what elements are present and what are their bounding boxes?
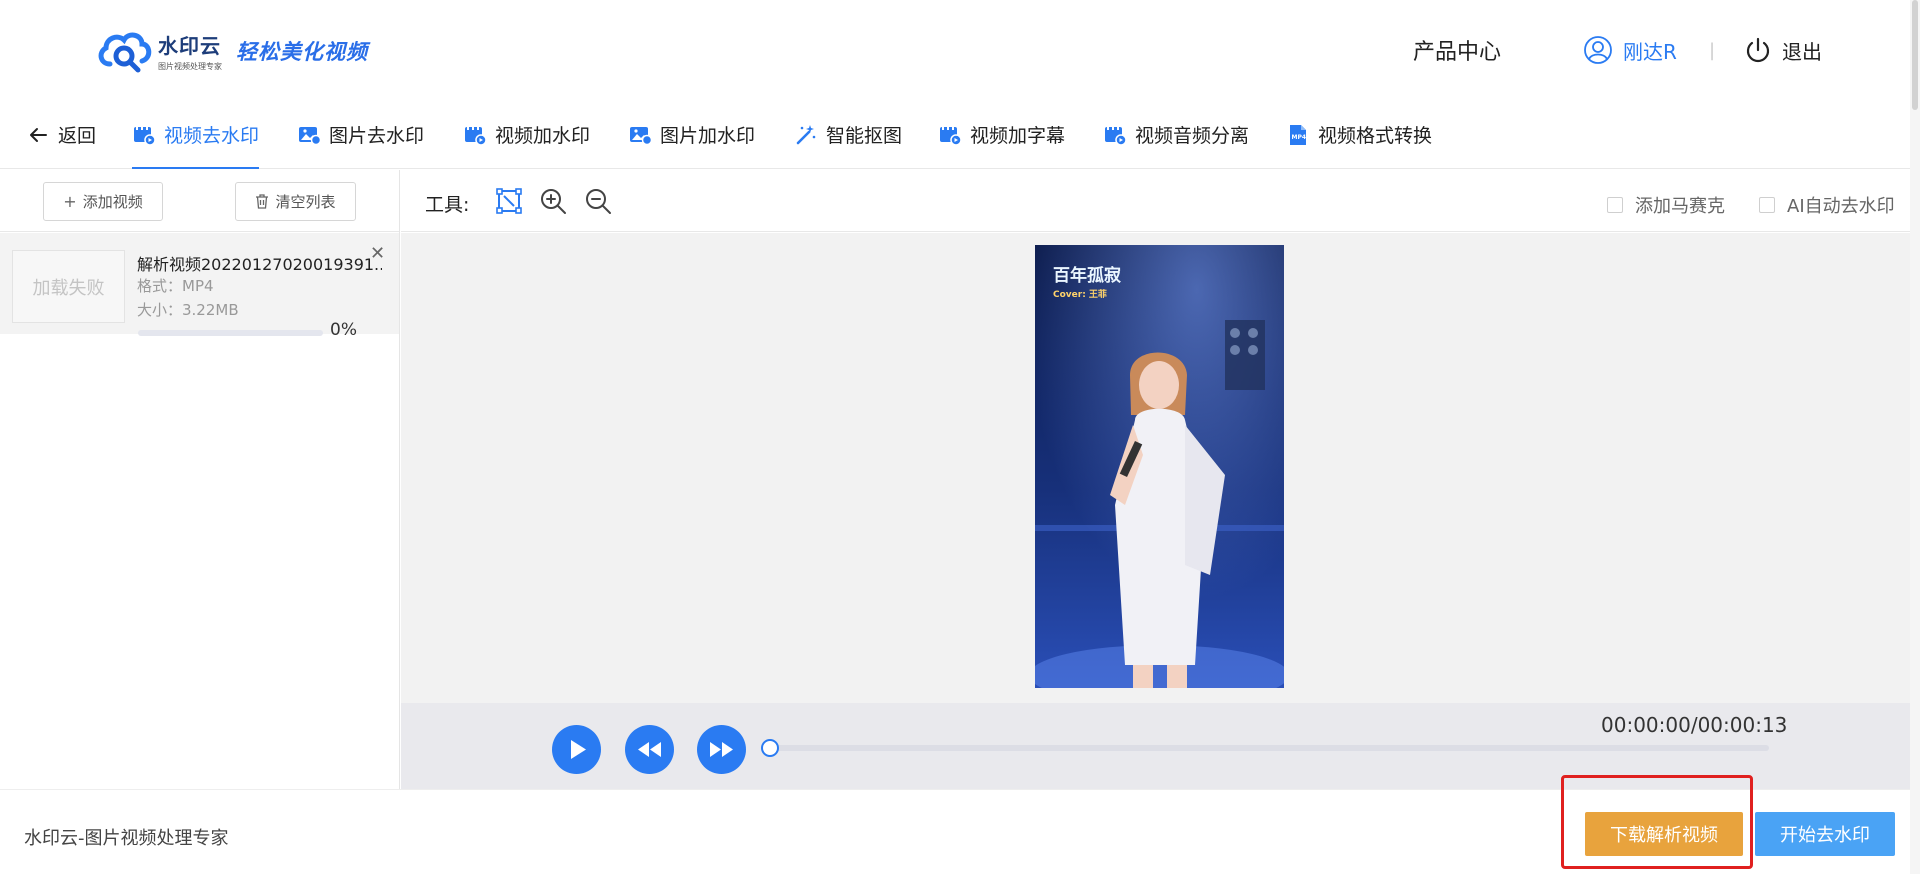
mp4-file-icon: MP4 [1290, 124, 1307, 145]
tab-video-format-convert[interactable]: MP4 视频格式转换 [1286, 100, 1432, 169]
remove-file-close-icon[interactable]: ✕ [370, 243, 385, 264]
file-list-toolbar: + 添加视频 清空列表 [0, 170, 399, 232]
tab-label: 视频加水印 [495, 125, 591, 147]
tools-label: 工具: [425, 194, 470, 216]
rewind-icon [638, 742, 661, 757]
file-list-panel: + 添加视频 清空列表 加载失败 解析视频20220127020019391..… [0, 170, 400, 789]
tab-label: 视频音频分离 [1135, 125, 1250, 147]
app-window: 水印云 图片视频处理专家 轻松美化视频 产品中心 刚达R | 退出 返回 视频去… [0, 0, 1920, 874]
tab-image-add-watermark[interactable]: 图片加水印 [628, 100, 755, 169]
image-icon [630, 126, 652, 145]
video-preview-area: 百年孤寂 Cover: 王菲 [401, 233, 1920, 703]
checkbox-box[interactable] [1607, 197, 1623, 213]
cloud-logo-icon [96, 28, 154, 74]
file-progress-text: 0% [330, 320, 357, 340]
add-video-label: 添加视频 [82, 193, 143, 211]
playback-time: 00:00:00/00:00:13 [1601, 713, 1788, 737]
zoom-in-icon[interactable] [539, 187, 567, 215]
product-center-link[interactable]: 产品中心 [1413, 0, 1501, 100]
ai-remove-checkbox[interactable]: AI自动去水印 [1759, 192, 1895, 218]
play-icon [571, 740, 586, 759]
fast-forward-icon [710, 742, 733, 757]
user-menu[interactable]: 刚达R [1583, 0, 1677, 100]
mosaic-checkbox[interactable]: 添加马赛克 [1607, 192, 1725, 218]
back-arrow-icon [30, 127, 47, 142]
svg-text:MP4: MP4 [1292, 134, 1307, 141]
video-icon [465, 126, 487, 146]
user-avatar-icon [1584, 36, 1612, 64]
video-icon [940, 126, 962, 146]
video-icon [134, 126, 156, 146]
timeline-knob[interactable] [761, 739, 779, 757]
play-button[interactable] [552, 725, 601, 774]
power-icon [1746, 37, 1770, 63]
video-thumbnail: 加载失败 [12, 250, 125, 323]
tab-label: 图片去水印 [329, 125, 425, 147]
file-list-item[interactable]: 加载失败 解析视频20220127020019391... 格式：MP4 大小：… [0, 233, 399, 340]
file-format: 格式：MP4 [137, 277, 214, 295]
zoom-out-icon[interactable] [584, 187, 612, 215]
tab-video-remove-watermark[interactable]: 视频去水印 [132, 100, 260, 169]
start-remove-watermark-button[interactable]: 开始去水印 [1755, 812, 1895, 856]
page-scrollbar[interactable] [1910, 0, 1920, 874]
tab-label: 视频加字幕 [970, 125, 1066, 147]
magic-wand-icon [796, 124, 816, 144]
tab-label: 视频去水印 [164, 125, 260, 147]
tab-label: 图片加水印 [660, 125, 756, 147]
video-icon [1105, 126, 1127, 146]
file-size: 大小：3.22MB [137, 301, 239, 319]
add-video-button[interactable]: + 添加视频 [43, 182, 163, 221]
clear-list-button[interactable]: 清空列表 [235, 182, 356, 221]
file-progress-bar [138, 330, 323, 336]
image-icon [299, 126, 321, 145]
tab-video-subtitles[interactable]: 视频加字幕 [938, 100, 1065, 169]
tab-video-audio-split[interactable]: 视频音频分离 [1103, 100, 1249, 169]
tab-label: 视频格式转换 [1318, 125, 1433, 147]
scrollbar-thumb[interactable] [1912, 0, 1918, 110]
video-overlay-title: 百年孤寂 [1053, 265, 1121, 286]
tool-row: 工具: 添加马赛克 AI自动去水印 [401, 170, 1920, 232]
username: 刚达R [1623, 39, 1677, 64]
plus-icon: + [63, 192, 77, 211]
footer-text: 水印云-图片视频处理专家 [24, 828, 229, 849]
file-name: 解析视频20220127020019391... [137, 255, 382, 274]
video-frame[interactable]: 百年孤寂 Cover: 王菲 [1035, 245, 1284, 688]
logo-name: 水印云 [158, 34, 221, 58]
logo-tagline: 图片视频处理专家 [158, 62, 222, 71]
header: 水印云 图片视频处理专家 轻松美化视频 产品中心 刚达R | 退出 [0, 0, 1920, 100]
mosaic-label: 添加马赛克 [1635, 196, 1725, 217]
rewind-button[interactable] [625, 725, 674, 774]
feature-tabbar: 返回 视频去水印 图片去水印 视频加水印 图片加水印 智能抠图 视频加字幕 视频… [0, 100, 1920, 169]
tab-video-add-watermark[interactable]: 视频加水印 [463, 100, 590, 169]
logo[interactable]: 水印云 图片视频处理专家 轻松美化视频 [96, 28, 368, 74]
tab-label: 智能抠图 [826, 125, 903, 147]
clear-list-label: 清空列表 [275, 193, 336, 211]
logo-slogan: 轻松美化视频 [236, 39, 368, 64]
ai-remove-label: AI自动去水印 [1787, 196, 1895, 217]
fast-forward-button[interactable] [697, 725, 746, 774]
annotation-highlight-box [1561, 775, 1753, 869]
back-button[interactable]: 返回 [26, 100, 96, 169]
timeline-scrubber[interactable] [761, 745, 1769, 751]
checkbox-box[interactable] [1759, 197, 1775, 213]
header-divider: | [1709, 39, 1716, 61]
tab-smart-cutout[interactable]: 智能抠图 [794, 100, 902, 169]
logout-label: 退出 [1782, 39, 1822, 64]
tab-label: 返回 [58, 125, 97, 147]
video-overlay-cover: Cover: 王菲 [1053, 288, 1107, 300]
trash-icon [256, 194, 269, 209]
tab-image-remove-watermark[interactable]: 图片去水印 [297, 100, 424, 169]
select-region-icon[interactable] [495, 187, 523, 215]
logout-button[interactable]: 退出 [1744, 0, 1822, 100]
logo-text: 水印云 图片视频处理专家 [158, 30, 222, 72]
